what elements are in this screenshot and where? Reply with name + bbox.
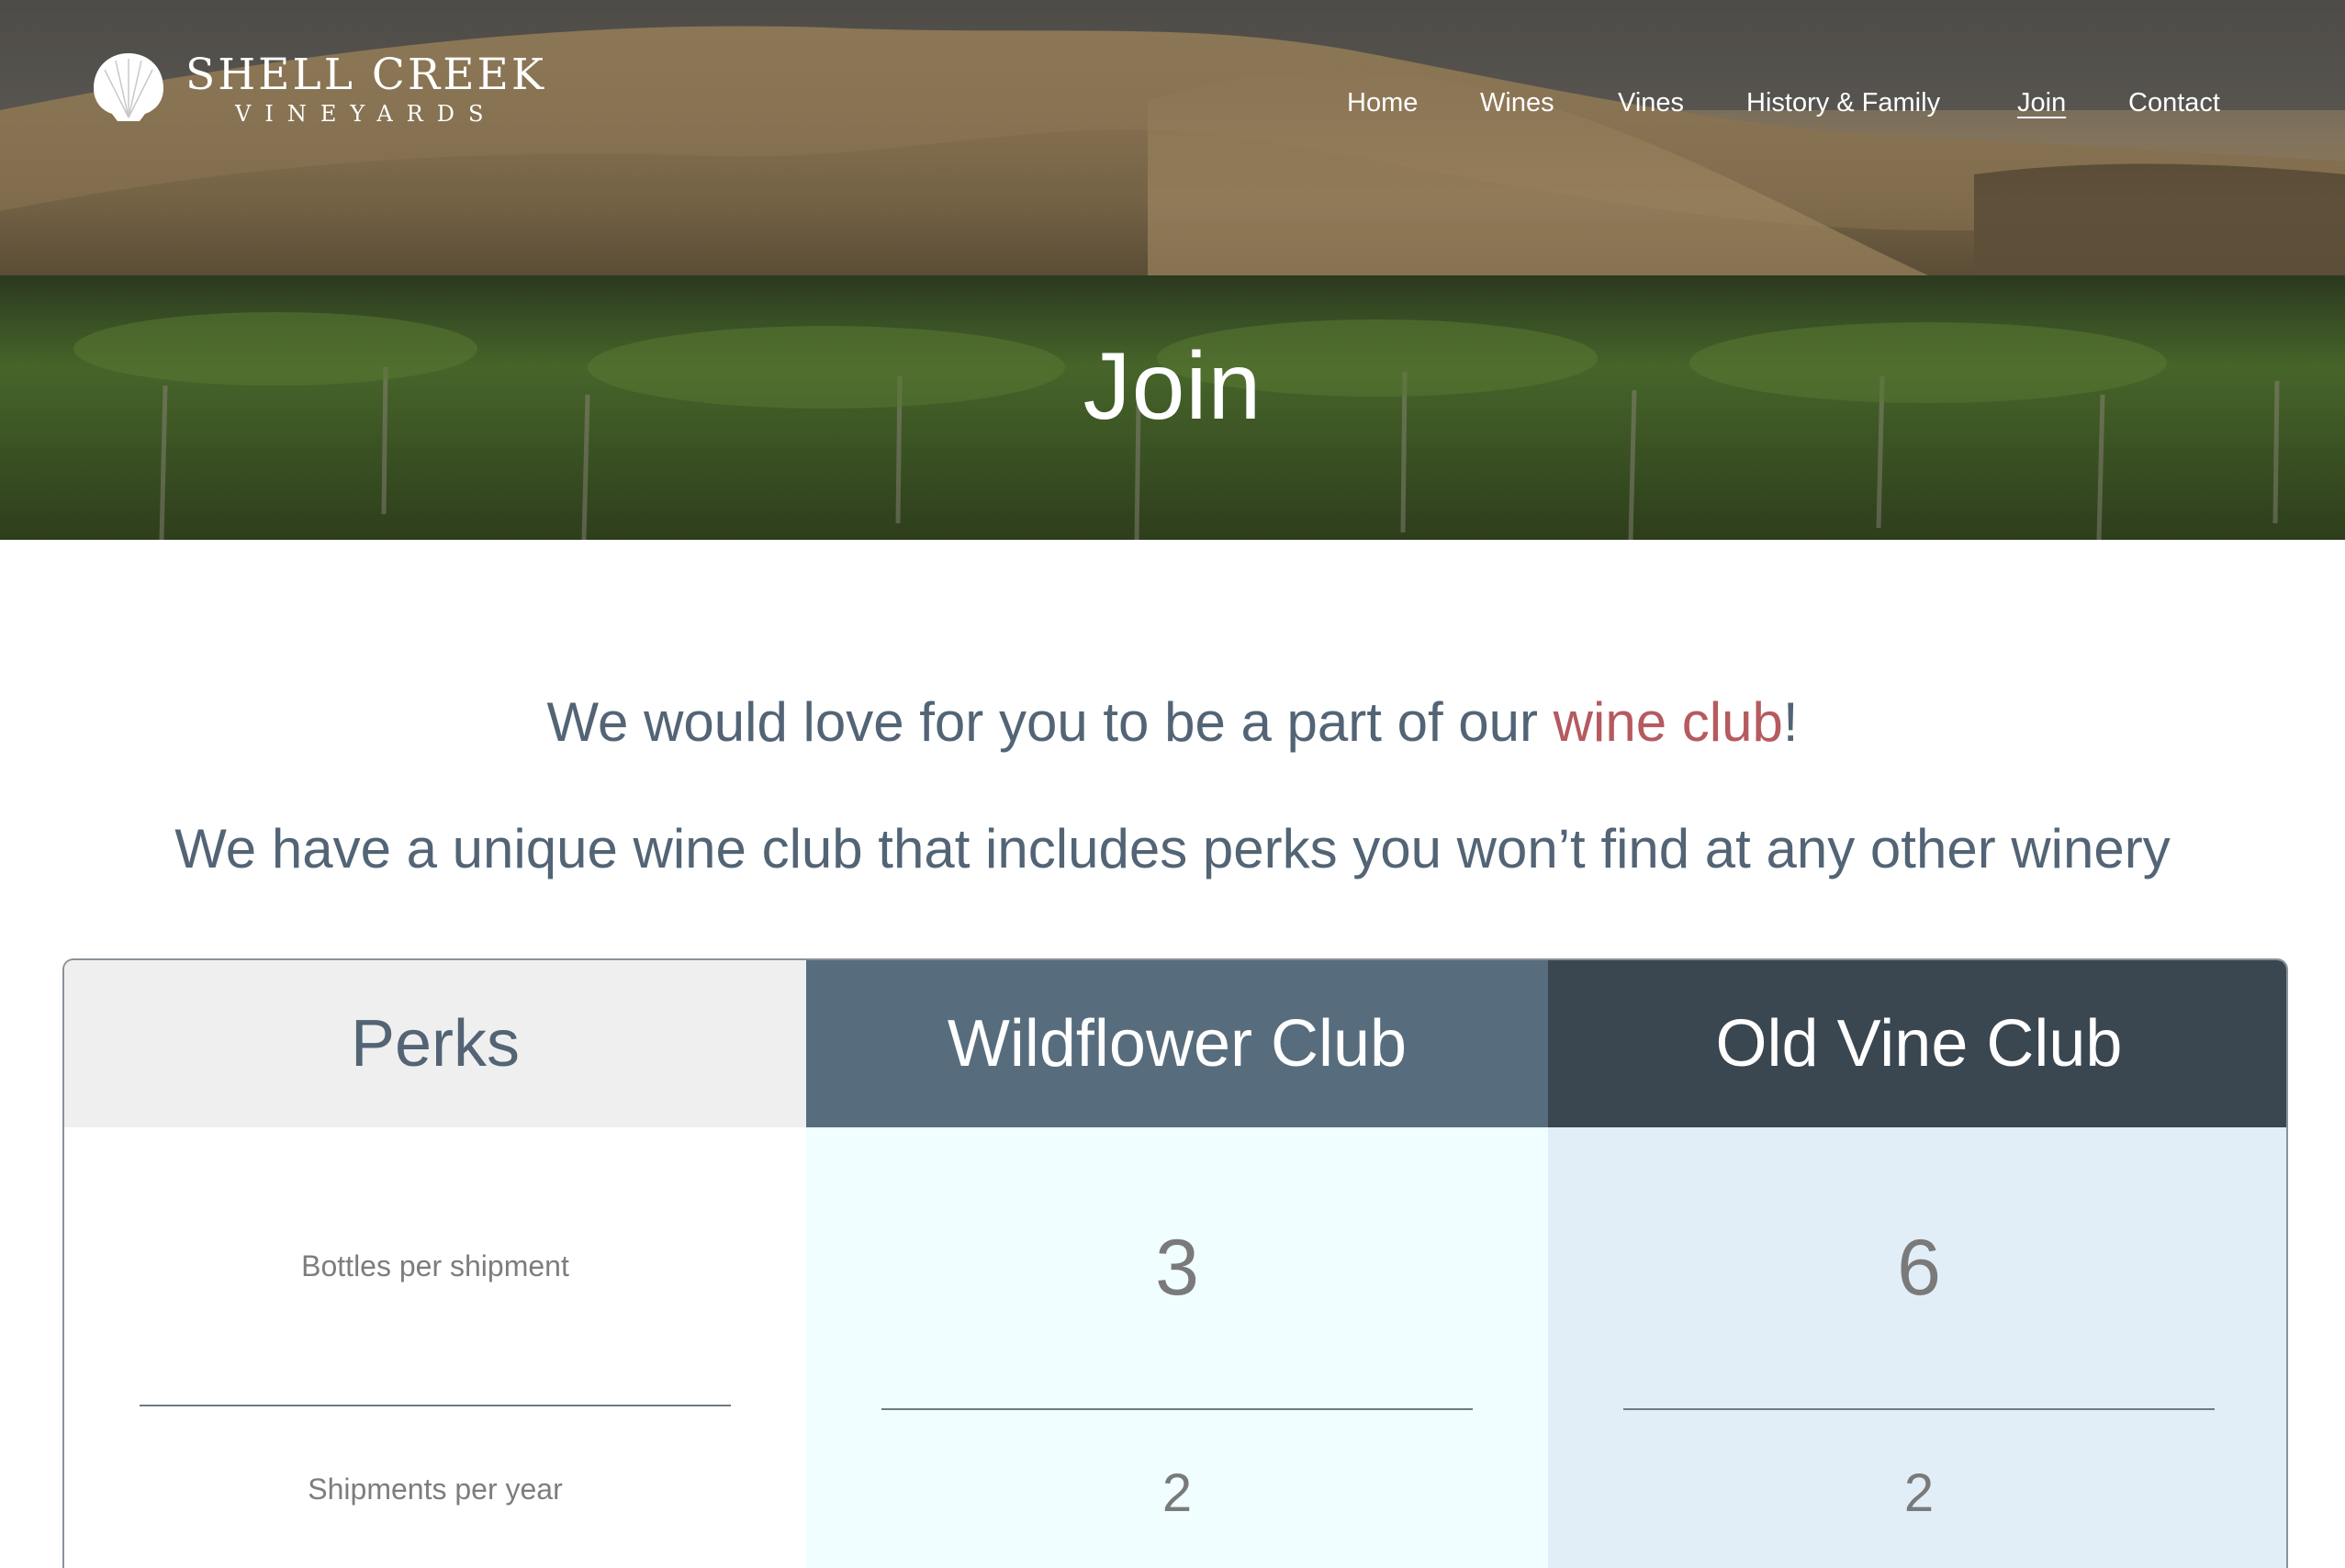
nav-contact[interactable]: Contact bbox=[2128, 88, 2220, 118]
perk-bottles-label: Bottles per shipment bbox=[140, 1127, 731, 1406]
perks-header: Perks bbox=[64, 960, 806, 1127]
intro-text-before: We would love for you to be a part of ou… bbox=[546, 691, 1554, 753]
nav-join[interactable]: Join bbox=[2017, 88, 2066, 118]
page-title: Join bbox=[1083, 333, 1262, 440]
hero-banner: SHELL CREEK VINEYARDS Home Wines Vines H… bbox=[0, 0, 2345, 540]
wildflower-club-header[interactable]: Wildflower Club bbox=[806, 960, 1548, 1127]
scallop-shell-icon bbox=[94, 53, 163, 121]
wildflower-shipments-value: 2 bbox=[881, 1410, 1473, 1568]
perk-shipments-label: Shipments per year bbox=[140, 1406, 731, 1568]
nav-wines[interactable]: Wines bbox=[1480, 88, 1554, 118]
wildflower-club-column: Wildflower Club 3 2 bbox=[806, 960, 1548, 1568]
site-logo[interactable]: SHELL CREEK VINEYARDS bbox=[90, 48, 567, 130]
wildflower-bottles-value: 3 bbox=[881, 1127, 1473, 1410]
wine-club-link[interactable]: wine club bbox=[1554, 691, 1783, 753]
old-vine-bottles-value: 6 bbox=[1623, 1127, 2215, 1410]
nav-history-family[interactable]: History & Family bbox=[1746, 88, 1940, 118]
nav-vines[interactable]: Vines bbox=[1618, 88, 1684, 118]
old-vine-club-header[interactable]: Old Vine Club bbox=[1548, 960, 2286, 1127]
club-comparison-table: Perks Bottles per shipment Shipments per… bbox=[62, 958, 2288, 1568]
intro-headline: We would love for you to be a part of ou… bbox=[0, 690, 2345, 754]
intro-subheadline: We have a unique wine club that includes… bbox=[174, 818, 2171, 879]
old-vine-club-column: Old Vine Club 6 2 bbox=[1548, 960, 2286, 1568]
intro-text-after: ! bbox=[1782, 691, 1799, 753]
old-vine-shipments-value: 2 bbox=[1623, 1410, 2215, 1568]
logo-subtitle: VINEYARDS bbox=[235, 101, 498, 127]
perks-column: Perks Bottles per shipment Shipments per… bbox=[64, 960, 806, 1568]
logo-name: SHELL CREEK bbox=[185, 50, 546, 100]
nav-home[interactable]: Home bbox=[1347, 88, 1418, 118]
